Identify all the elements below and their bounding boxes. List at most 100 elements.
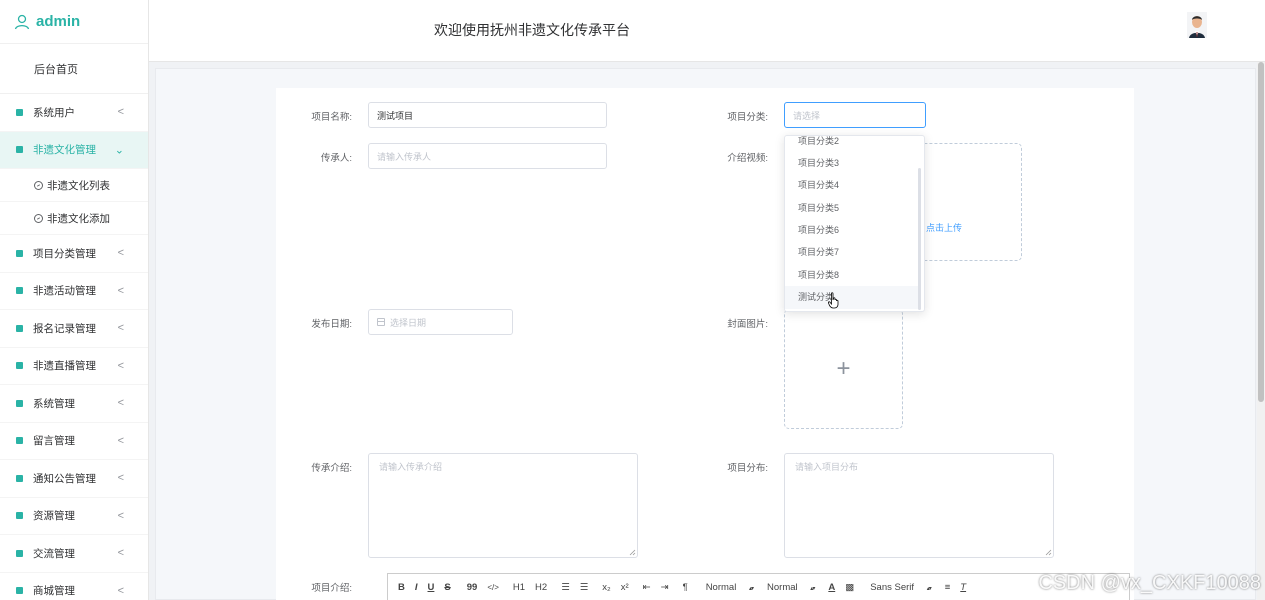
brand[interactable]: admin <box>0 0 148 44</box>
doc-icon <box>16 399 23 407</box>
subscript-button[interactable]: x₂ <box>602 582 610 593</box>
video-label: 介绍视频: <box>727 153 768 164</box>
date-placeholder: 选择日期 <box>390 317 427 328</box>
font-select[interactable]: Sans Serif <box>870 582 931 593</box>
sidebar-item-label: 商城管理 <box>33 585 75 598</box>
distribution-label: 项目分布: <box>727 463 768 474</box>
sidebar-item-notices[interactable]: 通知公告管理 < <box>0 460 148 498</box>
dropdown-scrollbar[interactable] <box>918 168 921 310</box>
bullet-list-button[interactable]: ☰ <box>580 582 589 593</box>
background-color-button[interactable]: ▩ <box>845 582 854 593</box>
sidebar-item-label: 留言管理 <box>33 435 75 448</box>
dropdown-option[interactable]: 项目分类8 <box>785 264 918 287</box>
sidebar-item-label: 非遗直播管理 <box>33 360 96 373</box>
sidebar-item-system[interactable]: 系统管理 < <box>0 385 148 423</box>
h1-button[interactable]: H1 <box>513 582 525 593</box>
superscript-button[interactable]: x² <box>621 582 629 593</box>
cover-upload-area[interactable]: + <box>784 309 903 429</box>
rtl-button[interactable]: ¶ <box>683 582 688 593</box>
doc-icon <box>16 287 23 295</box>
doc-icon <box>16 249 23 257</box>
chevron-left-icon: < <box>117 547 124 560</box>
dropdown-option[interactable]: 项目分类2 <box>785 136 918 153</box>
chevron-left-icon: < <box>117 472 124 485</box>
chevron-left-icon: < <box>117 359 124 372</box>
doc-icon <box>16 324 23 332</box>
doc-icon <box>16 146 23 154</box>
dropdown-option-hovered[interactable]: 测试分类 <box>785 286 918 309</box>
distribution-textarea[interactable]: 请输入项目分布 <box>784 453 1054 558</box>
watermark: CSDN @vx_CXKF10088 <box>1038 572 1261 594</box>
sidebar-item-home[interactable]: 后台首页 <box>0 44 148 94</box>
size-select[interactable]: Normal <box>706 582 753 593</box>
outdent-button[interactable]: ⇤ <box>643 582 651 593</box>
sidebar-item-live[interactable]: 非遗直播管理 < <box>0 348 148 385</box>
upload-link[interactable]: 点击上传 <box>926 221 962 234</box>
user-icon <box>14 14 30 30</box>
sidebar-item-label: 非遗活动管理 <box>33 285 96 298</box>
dropdown-option[interactable]: 项目分类3 <box>785 152 918 175</box>
doc-icon <box>16 474 23 482</box>
avatar-icon[interactable] <box>1187 12 1207 38</box>
page-title: 欢迎使用抚州非遗文化传承平台 <box>434 22 630 38</box>
dropdown-option[interactable]: 项目分类6 <box>785 219 918 242</box>
sidebar-item-signup[interactable]: 报名记录管理 < <box>0 310 148 348</box>
dropdown-option[interactable]: 项目分类7 <box>785 241 918 264</box>
date-picker[interactable]: 选择日期 <box>368 309 513 335</box>
chevron-left-icon: < <box>117 247 124 260</box>
blockquote-button[interactable]: 99 <box>467 582 478 593</box>
header-select[interactable]: Normal <box>767 582 814 593</box>
sidebar-item-system-users[interactable]: 系统用户 < <box>0 94 148 132</box>
chevron-down-icon: ⌄ <box>114 144 124 157</box>
hand-cursor-icon <box>828 292 840 309</box>
chevron-left-icon: < <box>117 584 124 597</box>
clock-icon <box>34 180 43 190</box>
doc-icon <box>16 512 23 520</box>
calendar-icon <box>377 318 385 326</box>
sidebar-subitem-label: 非遗文化添加 <box>47 212 110 225</box>
inheritor-input[interactable]: 请输入传承人 <box>368 143 607 169</box>
intro-placeholder: 请输入传承介绍 <box>379 462 443 472</box>
category-label: 项目分类: <box>727 112 768 123</box>
scrollbar-thumb[interactable] <box>1258 62 1264 402</box>
cover-label: 封面图片: <box>727 319 768 330</box>
sidebar-item-shop[interactable]: 商城管理 < <box>0 573 148 600</box>
sidebar-item-messages[interactable]: 留言管理 < <box>0 423 148 460</box>
project-name-input[interactable]: 测试项目 <box>368 102 607 128</box>
doc-icon <box>16 362 23 370</box>
dropdown-option[interactable]: 项目分类4 <box>785 174 918 197</box>
doc-icon <box>16 549 23 557</box>
chevron-left-icon: < <box>117 397 124 410</box>
sidebar-item-heritage-culture[interactable]: 非遗文化管理 ⌄ <box>0 131 148 169</box>
code-button[interactable]: </> <box>487 583 499 592</box>
editor-toolbar: B I U S 99 </> H1 H2 ☰ ☰ x₂ x² ⇤ ⇥ ¶ Nor… <box>387 573 1130 600</box>
sidebar-item-activity[interactable]: 非遗活动管理 < <box>0 273 148 310</box>
intro-textarea[interactable]: 请输入传承介绍 <box>368 453 638 558</box>
page-scrollbar[interactable] <box>1257 62 1265 600</box>
sidebar-item-label: 系统管理 <box>33 397 75 410</box>
resize-grip-icon[interactable] <box>1045 549 1052 556</box>
indent-button[interactable]: ⇥ <box>661 582 669 593</box>
clean-format-button[interactable]: T <box>960 582 966 593</box>
sidebar-subitem-label: 非遗文化列表 <box>47 179 110 192</box>
h2-button[interactable]: H2 <box>535 582 547 593</box>
sidebar-item-category[interactable]: 项目分类管理 < <box>0 235 148 273</box>
align-button[interactable]: ≡ <box>945 582 951 593</box>
bold-button[interactable]: B <box>398 582 405 593</box>
sidebar-subitem-heritage-add[interactable]: 非遗文化添加 <box>0 202 148 235</box>
sidebar-item-resources[interactable]: 资源管理 < <box>0 498 148 535</box>
top-header: 欢迎使用抚州非遗文化传承平台 <box>149 0 1265 62</box>
strike-button[interactable]: S <box>444 582 450 593</box>
text-color-button[interactable]: A <box>828 582 835 593</box>
underline-button[interactable]: U <box>428 582 435 593</box>
italic-button[interactable]: I <box>415 582 418 593</box>
sidebar-item-label: 交流管理 <box>33 547 75 560</box>
dropdown-option[interactable]: 项目分类5 <box>785 197 918 220</box>
sidebar-item-exchange[interactable]: 交流管理 < <box>0 535 148 573</box>
ordered-list-button[interactable]: ☰ <box>561 582 570 593</box>
sidebar-subitem-heritage-list[interactable]: 非遗文化列表 <box>0 169 148 202</box>
category-select[interactable]: 请选择 <box>784 102 926 128</box>
chevron-left-icon: < <box>117 434 124 447</box>
resize-grip-icon[interactable] <box>629 549 636 556</box>
doc-icon <box>16 108 23 116</box>
